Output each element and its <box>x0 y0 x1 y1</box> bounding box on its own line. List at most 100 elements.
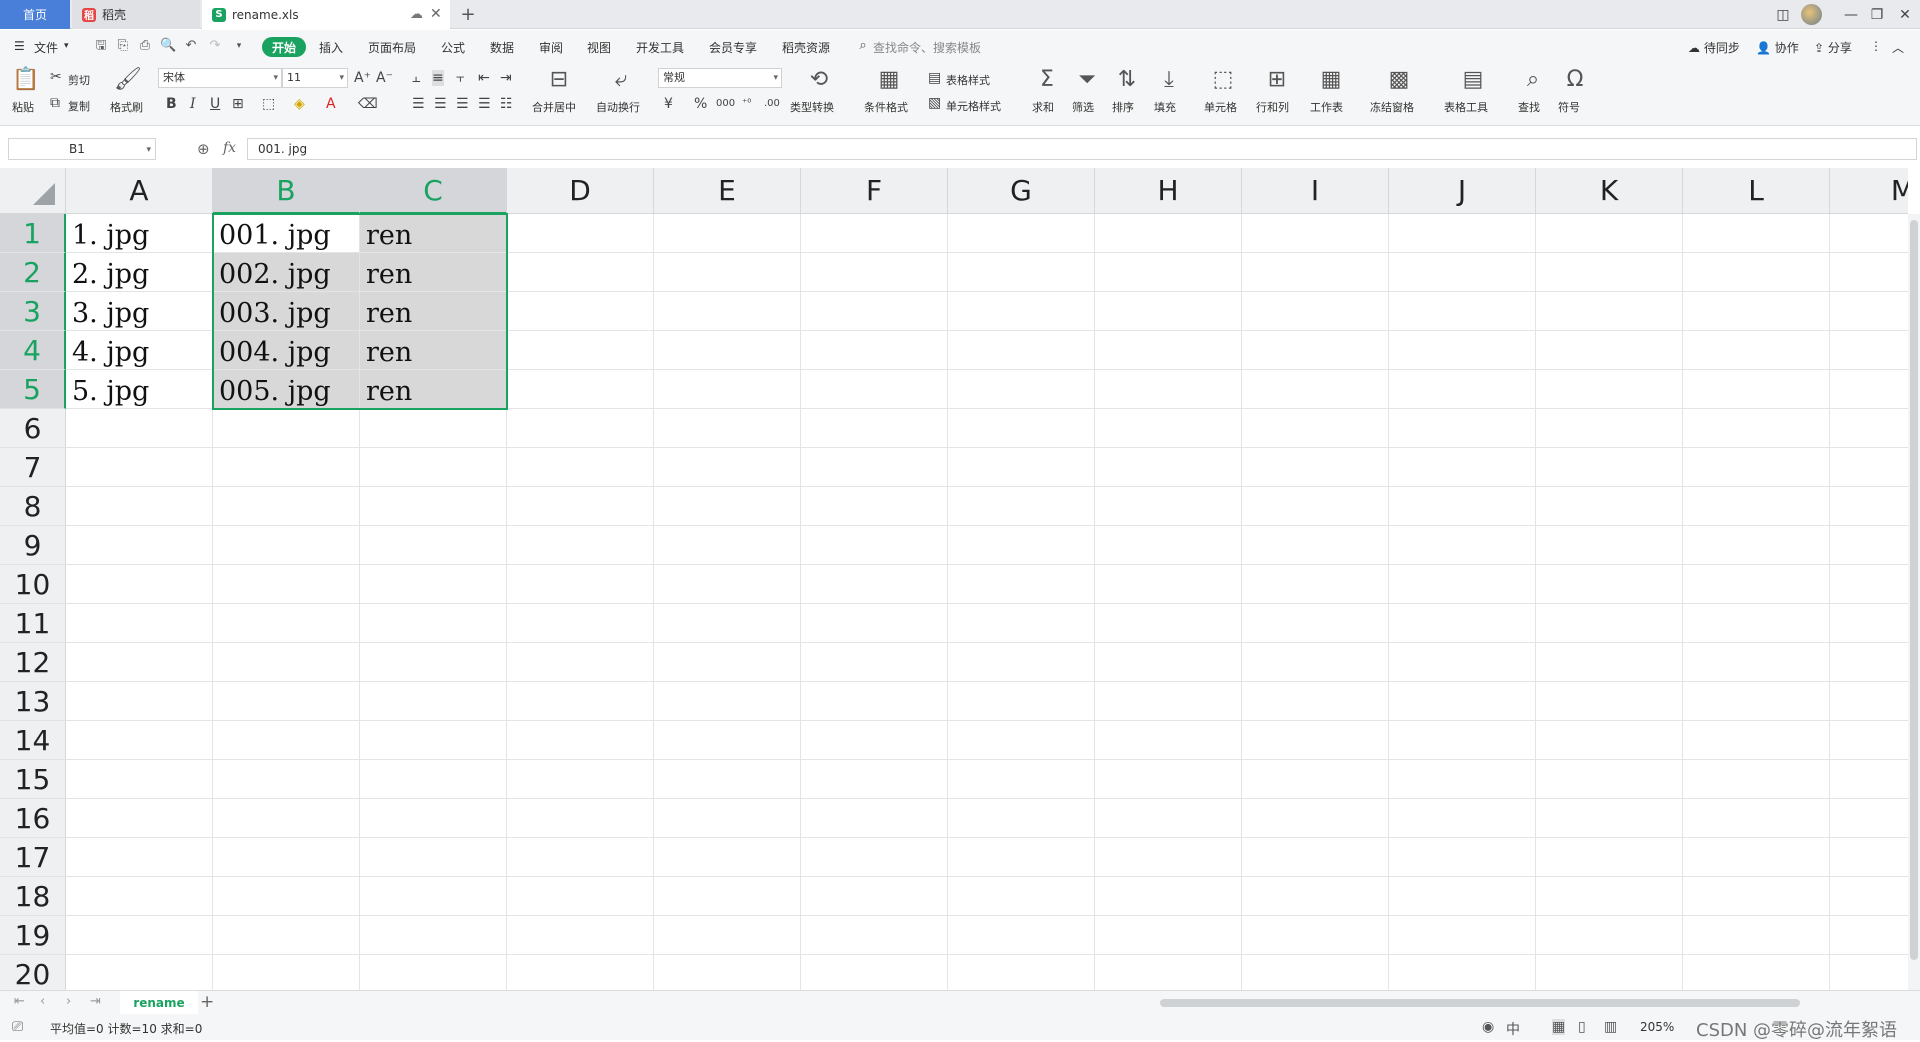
cell-d6[interactable] <box>507 409 654 448</box>
cell-h13[interactable] <box>1095 682 1242 721</box>
scissors-icon[interactable]: ✂ <box>50 69 62 85</box>
cell-k12[interactable] <box>1536 643 1683 682</box>
find-button[interactable]: 查找 <box>1518 99 1540 115</box>
menu-data[interactable]: 数据 <box>490 39 514 56</box>
cell-b4[interactable]: 004. jpg <box>213 331 360 370</box>
cell-c16[interactable] <box>360 799 507 838</box>
menu-member[interactable]: 会员专享 <box>709 39 757 56</box>
cell-f2[interactable] <box>801 253 948 292</box>
cell-d9[interactable] <box>507 526 654 565</box>
type-convert-icon[interactable]: ⟲ <box>806 68 832 92</box>
cell-c10[interactable] <box>360 565 507 604</box>
underline-icon[interactable]: U <box>210 96 220 112</box>
cell-e3[interactable] <box>654 292 801 331</box>
vertical-scroll-thumb[interactable] <box>1910 220 1918 960</box>
cell-i15[interactable] <box>1242 760 1389 799</box>
cell-j13[interactable] <box>1389 682 1536 721</box>
zoom-level[interactable]: 205% <box>1640 1020 1674 1034</box>
column-header-j[interactable]: J <box>1389 168 1536 214</box>
cell-i10[interactable] <box>1242 565 1389 604</box>
cell-e19[interactable] <box>654 916 801 955</box>
cell-k14[interactable] <box>1536 721 1683 760</box>
more-options-icon[interactable]: ⋮ <box>1870 39 1882 53</box>
menu-docer-resources[interactable]: 稻壳资源 <box>782 39 830 56</box>
cell-g19[interactable] <box>948 916 1095 955</box>
cell-i14[interactable] <box>1242 721 1389 760</box>
cell-fill-style-icon[interactable]: ⬚ <box>262 96 275 112</box>
cell-i16[interactable] <box>1242 799 1389 838</box>
cell-k6[interactable] <box>1536 409 1683 448</box>
cell-b2[interactable]: 002. jpg <box>213 253 360 292</box>
cell-l12[interactable] <box>1683 643 1830 682</box>
cell-a13[interactable] <box>66 682 213 721</box>
formula-input[interactable]: 001. jpg <box>247 138 1917 160</box>
cell-c18[interactable] <box>360 877 507 916</box>
cell-d16[interactable] <box>507 799 654 838</box>
cell-d18[interactable] <box>507 877 654 916</box>
cell-l3[interactable] <box>1683 292 1830 331</box>
cell-h15[interactable] <box>1095 760 1242 799</box>
cell-d4[interactable] <box>507 331 654 370</box>
cell-m9[interactable] <box>1830 526 1908 565</box>
align-middle-icon[interactable]: ≡ <box>432 70 444 86</box>
borders-icon[interactable]: ⊞ <box>232 96 244 112</box>
cell-j7[interactable] <box>1389 448 1536 487</box>
cell-k15[interactable] <box>1536 760 1683 799</box>
cell-b13[interactable] <box>213 682 360 721</box>
menu-start[interactable]: 开始 <box>262 37 306 57</box>
cell-k4[interactable] <box>1536 331 1683 370</box>
cell-f19[interactable] <box>801 916 948 955</box>
cell-l7[interactable] <box>1683 448 1830 487</box>
cell-k11[interactable] <box>1536 604 1683 643</box>
cell-k7[interactable] <box>1536 448 1683 487</box>
page-layout-view-icon[interactable]: ▯ <box>1578 1019 1586 1035</box>
cell-g16[interactable] <box>948 799 1095 838</box>
cell-g1[interactable] <box>948 214 1095 253</box>
cell-g6[interactable] <box>948 409 1095 448</box>
cell-m8[interactable] <box>1830 487 1908 526</box>
cell-a11[interactable] <box>66 604 213 643</box>
cell-i19[interactable] <box>1242 916 1389 955</box>
input-method-icon[interactable]: 中 <box>1506 1019 1520 1039</box>
cell-d1[interactable] <box>507 214 654 253</box>
cell-k3[interactable] <box>1536 292 1683 331</box>
cell-l17[interactable] <box>1683 838 1830 877</box>
cell-c8[interactable] <box>360 487 507 526</box>
cell-d3[interactable] <box>507 292 654 331</box>
row-header-20[interactable]: 20 <box>0 955 66 990</box>
decrease-indent-icon[interactable]: ⇤ <box>478 70 490 86</box>
cell-g2[interactable] <box>948 253 1095 292</box>
cell-g9[interactable] <box>948 526 1095 565</box>
prev-sheet-icon[interactable]: ‹ <box>40 994 45 1009</box>
cell-a15[interactable] <box>66 760 213 799</box>
cell-h12[interactable] <box>1095 643 1242 682</box>
name-box[interactable]: B1 ▾ <box>8 138 156 160</box>
cell-a1[interactable]: 1. jpg <box>66 214 213 253</box>
cell-l1[interactable] <box>1683 214 1830 253</box>
cell-a3[interactable]: 3. jpg <box>66 292 213 331</box>
hamburger-icon[interactable]: ☰ <box>14 39 25 53</box>
cell-f17[interactable] <box>801 838 948 877</box>
symbol-button[interactable]: 符号 <box>1558 99 1580 115</box>
conditional-format-icon[interactable]: ▦ <box>876 68 902 92</box>
worksheet-button[interactable]: 工作表 <box>1310 99 1343 115</box>
sheet-tab-rename[interactable]: rename <box>120 991 198 1015</box>
italic-icon[interactable]: I <box>190 96 196 112</box>
cell-j17[interactable] <box>1389 838 1536 877</box>
quick-access-more-icon[interactable]: ▾ <box>232 39 246 53</box>
cell-g5[interactable] <box>948 370 1095 409</box>
fill-color-icon[interactable]: ◈ <box>294 96 305 112</box>
sum-button[interactable]: 求和 <box>1032 99 1054 115</box>
cell-b7[interactable] <box>213 448 360 487</box>
cell-b18[interactable] <box>213 877 360 916</box>
row-header-12[interactable]: 12 <box>0 643 66 682</box>
cell-m15[interactable] <box>1830 760 1908 799</box>
cell-f12[interactable] <box>801 643 948 682</box>
cell-f1[interactable] <box>801 214 948 253</box>
cell-d19[interactable] <box>507 916 654 955</box>
cell-c6[interactable] <box>360 409 507 448</box>
sync-button[interactable]: ☁ 待同步 <box>1688 39 1740 56</box>
cell-f5[interactable] <box>801 370 948 409</box>
cell-e4[interactable] <box>654 331 801 370</box>
cell-m12[interactable] <box>1830 643 1908 682</box>
